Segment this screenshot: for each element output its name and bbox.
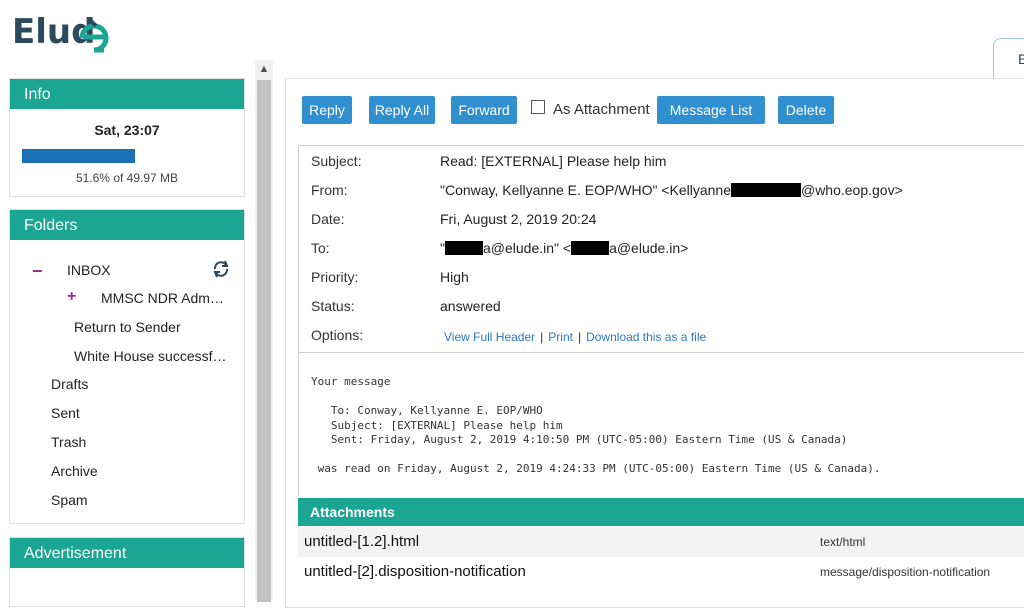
priority-value: High	[440, 269, 469, 285]
attachment-row[interactable]: untitled-[1.2].html text/html	[298, 527, 1024, 557]
as-attachment-label: As Attachment	[553, 101, 650, 118]
attachment-name[interactable]: untitled-[2].disposition-notification	[304, 563, 526, 580]
folder-mmsc-ndr[interactable]: MMSC NDR Adm…	[101, 290, 233, 306]
redaction	[571, 241, 610, 255]
folder-spam[interactable]: Spam	[51, 492, 88, 508]
message-view: Reply Reply All Forward As Attachment Me…	[285, 78, 1024, 608]
logo-e-icon	[79, 18, 109, 53]
date-value: Fri, August 2, 2019 20:24	[440, 211, 597, 227]
options-links: View Full Header | Print | Download this as …	[444, 328, 706, 344]
advertisement-title: Advertisement	[10, 538, 244, 568]
subject-label: Subject:	[311, 153, 362, 169]
from-suffix: @who.eop.gov>	[800, 182, 903, 198]
quota-bar	[22, 149, 135, 163]
info-panel: Info Sat, 23:07 51.6% of 49.97 MB	[9, 78, 245, 197]
quota-text: 51.6% of 49.97 MB	[75, 171, 179, 185]
folder-trash[interactable]: Trash	[51, 434, 86, 450]
attachment-row[interactable]: untitled-[2].disposition-notification me…	[298, 557, 1024, 587]
delete-button[interactable]: Delete	[778, 96, 834, 124]
attachment-type: message/disposition-notification	[820, 565, 991, 579]
print-link[interactable]: Print	[548, 330, 573, 344]
folder-return-to-sender[interactable]: Return to Sender	[74, 319, 181, 335]
folder-white-house[interactable]: White House successf…	[74, 348, 234, 364]
folder-drafts[interactable]: Drafts	[51, 376, 88, 392]
separator: |	[577, 330, 582, 344]
subject-value: Read: [EXTERNAL] Please help him	[440, 153, 667, 169]
collapse-icon[interactable]: −	[32, 261, 43, 282]
status-label: Status:	[311, 298, 355, 314]
priority-label: Priority:	[311, 269, 359, 285]
date-label: Date:	[311, 211, 345, 227]
separator: |	[540, 330, 544, 344]
download-link[interactable]: Download this as a file	[586, 330, 706, 344]
to-part-2: a@elude.in" <	[482, 240, 572, 256]
reply-all-button[interactable]: Reply All	[369, 96, 435, 124]
reply-button[interactable]: Reply	[302, 96, 352, 124]
as-attachment-checkbox[interactable]	[531, 100, 545, 114]
options-label: Options:	[311, 327, 364, 343]
expand-icon[interactable]: +	[67, 288, 76, 306]
from-label: From:	[311, 182, 348, 198]
message-list-button[interactable]: Message List	[657, 96, 765, 124]
current-datetime: Sat, 23:07	[94, 122, 160, 138]
sidebar-scrollbar[interactable]: ▲	[255, 60, 273, 602]
folder-archive[interactable]: Archive	[51, 463, 98, 479]
message-headers: Subject: Read: [EXTERNAL] Please help hi…	[298, 145, 1024, 352]
status-value: answered	[440, 298, 501, 314]
folder-sent[interactable]: Sent	[51, 405, 80, 421]
scroll-up-icon[interactable]: ▲	[255, 60, 273, 78]
attachments-title: Attachments	[298, 498, 1024, 526]
message-body-text: Your message To: Conway, Kellyanne E. EO…	[311, 375, 881, 475]
refresh-icon[interactable]	[211, 259, 231, 279]
forward-button[interactable]: Forward	[451, 96, 517, 124]
attachment-name[interactable]: untitled-[1.2].html	[304, 533, 419, 550]
top-tab[interactable]: E	[993, 38, 1024, 78]
info-panel-title: Info	[10, 79, 244, 109]
advertisement-panel: Advertisement	[9, 537, 245, 607]
view-full-header-link[interactable]: View Full Header	[444, 330, 535, 344]
folders-panel-title: Folders	[10, 210, 244, 240]
to-label: To:	[311, 240, 330, 256]
folder-inbox[interactable]: INBOX	[67, 262, 111, 278]
to-part-3: a@elude.in>	[609, 240, 689, 256]
from-prefix: "Conway, Kellyanne E. EOP/WHO" <Kellyann…	[440, 182, 731, 198]
attachment-type: text/html	[820, 535, 866, 549]
folders-panel: Folders − INBOX + MMSC NDR Adm… Return t…	[9, 209, 245, 524]
message-body: Your message To: Conway, Kellyanne E. EO…	[298, 352, 1024, 496]
to-value: " a@elude.in" < a@elude.in>	[440, 240, 688, 256]
scroll-thumb[interactable]	[257, 80, 271, 602]
redaction	[444, 241, 483, 255]
redaction	[730, 183, 801, 197]
from-value: "Conway, Kellyanne E. EOP/WHO" <Kellyann…	[440, 182, 903, 198]
